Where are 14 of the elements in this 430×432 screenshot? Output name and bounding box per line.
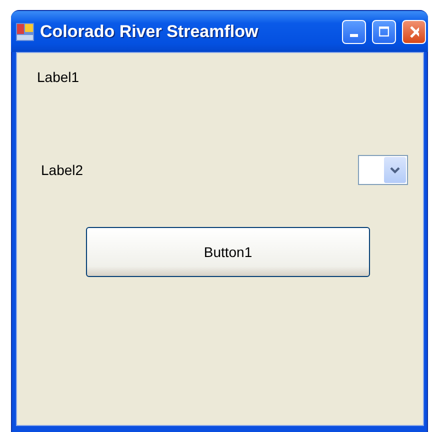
maximize-button[interactable] bbox=[372, 20, 396, 44]
minimize-icon bbox=[350, 34, 358, 37]
maximize-icon bbox=[379, 25, 389, 38]
app-icon bbox=[16, 22, 34, 40]
close-button[interactable] bbox=[402, 20, 426, 44]
window-title: Colorado River Streamflow bbox=[40, 22, 260, 42]
button[interactable]: Button1 bbox=[86, 227, 370, 277]
combo-box[interactable] bbox=[358, 155, 408, 185]
label: Label1 bbox=[37, 69, 80, 85]
minimize-button[interactable] bbox=[342, 20, 366, 44]
chevron-down-icon bbox=[390, 166, 400, 174]
dropdown-button[interactable] bbox=[384, 157, 406, 183]
label: Label2 bbox=[41, 162, 84, 178]
close-icon bbox=[409, 24, 419, 38]
